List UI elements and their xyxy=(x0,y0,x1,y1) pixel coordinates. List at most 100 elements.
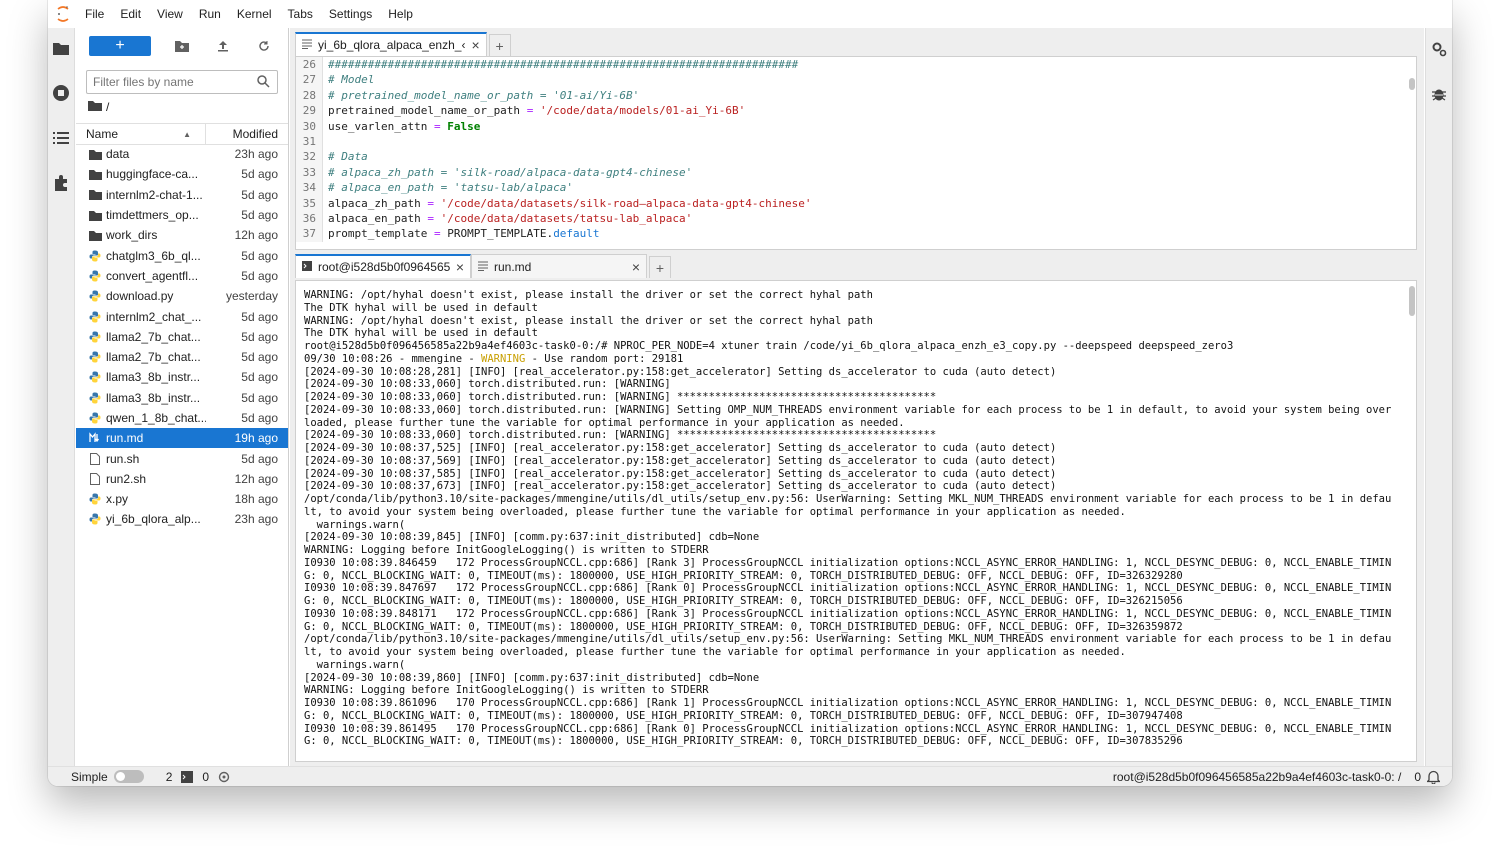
file-name: llama2_7b_chat... xyxy=(106,329,201,344)
menu-view[interactable]: View xyxy=(149,0,191,28)
code-editor[interactable]: 26 ######################################… xyxy=(295,56,1417,250)
refresh-icon[interactable] xyxy=(254,36,274,56)
terminal-output[interactable]: WARNING: /opt/hyhal doesn't exist, pleas… xyxy=(295,280,1417,762)
code-text: # alpaca_zh_path = 'silk-road/alpaca-dat… xyxy=(328,165,693,179)
code-line: 32 # Data xyxy=(296,149,1416,165)
file-row[interactable]: llama2_7b_chat... 5d ago xyxy=(76,327,288,347)
file-row[interactable]: llama3_8b_instr... 5d ago xyxy=(76,367,288,387)
terminal-tab-bar: root@i528d5b0f09645658 × run.md × + xyxy=(295,254,1417,278)
file-row[interactable]: run.sh 5d ago xyxy=(76,448,288,468)
status-bar: Simple 2 0 root@i528d5b0f096456585a22b9a… xyxy=(48,766,1452,786)
file-row[interactable]: internlm2-chat-1... 5d ago xyxy=(76,185,288,205)
new-launcher-button[interactable]: + xyxy=(89,36,151,56)
terminal-line: [2024-09-30 10:08:33,060] torch.distribu… xyxy=(304,429,937,442)
menu-run[interactable]: Run xyxy=(191,0,229,28)
kernel-status-icon[interactable] xyxy=(218,771,230,783)
line-number: 33 xyxy=(296,164,323,181)
file-row[interactable]: x.py 18h ago xyxy=(76,489,288,509)
folder-icon[interactable] xyxy=(52,39,70,57)
file-row[interactable]: chatglm3_6b_ql... 5d ago xyxy=(76,245,288,265)
main-area: yi_6b_qlora_alpaca_enzh_‹ × + 26 ########… xyxy=(290,28,1424,766)
python-file-icon xyxy=(88,411,102,425)
file-name: llama3_8b_instr... xyxy=(106,390,201,405)
menu-tabs[interactable]: Tabs xyxy=(280,0,321,28)
text-file-icon xyxy=(478,260,488,274)
file-row[interactable]: run.md 19h ago xyxy=(76,428,288,449)
file-row[interactable]: yi_6b_qlora_alp... 23h ago xyxy=(76,509,288,529)
file-row[interactable]: work_dirs 12h ago xyxy=(76,225,288,245)
upload-icon[interactable] xyxy=(213,36,233,56)
code-line: 29 pretrained_model_name_or_path = '/code… xyxy=(296,103,1416,119)
python-file-icon xyxy=(88,310,102,324)
menu-kernel[interactable]: Kernel xyxy=(229,0,280,28)
file-name: qwen_1_8b_chat... xyxy=(106,411,206,425)
extensions-puzzle-icon[interactable] xyxy=(52,174,70,192)
file-modified: 5d ago xyxy=(241,167,278,182)
menu-help[interactable]: Help xyxy=(380,0,421,28)
property-inspector-gears-icon[interactable] xyxy=(1430,40,1448,58)
running-kernels-icon[interactable] xyxy=(52,84,70,102)
terminal-line: [2024-09-30 10:08:33,060] torch.distribu… xyxy=(304,391,937,403)
close-icon[interactable]: × xyxy=(471,37,479,53)
notification-bell-icon[interactable] xyxy=(1427,770,1440,784)
line-number: 37 xyxy=(296,226,323,242)
terminal-line: [2024-09-30 10:08:33,060] torch.distribu… xyxy=(304,403,1392,416)
new-tab-button[interactable]: + xyxy=(649,256,671,278)
new-folder-icon[interactable] xyxy=(172,36,192,56)
terminal-line: WARNING: Logging before InitGoogleLoggin… xyxy=(304,544,709,556)
code-text: use_varlen_attn = False xyxy=(328,119,481,133)
line-number: 32 xyxy=(296,149,323,165)
breadcrumb-root[interactable]: / xyxy=(106,100,109,114)
file-row[interactable]: llama3_8b_instr... 5d ago xyxy=(76,388,288,408)
close-icon[interactable]: × xyxy=(456,259,464,275)
folder-icon[interactable] xyxy=(88,100,102,114)
code-text: # pretrained_model_name_or_path = '01-ai… xyxy=(328,88,640,102)
file-row[interactable]: convert_agentfl... 5d ago xyxy=(76,266,288,286)
file-row[interactable]: qwen_1_8b_chat... 5d ago xyxy=(76,408,288,428)
terminal-line: warnings.warn( xyxy=(304,658,406,671)
notifications-count[interactable]: 0 xyxy=(1414,770,1421,784)
file-name: run.md xyxy=(106,431,144,446)
file-row[interactable]: huggingface-ca... 5d ago xyxy=(76,164,288,184)
code-text: # Model xyxy=(328,73,375,87)
table-of-contents-icon[interactable] xyxy=(52,129,70,147)
file-row[interactable]: internlm2_chat_... 5d ago xyxy=(76,306,288,326)
python-file-icon xyxy=(88,512,102,526)
terminal-line: /opt/conda/lib/python3.10/site-packages/… xyxy=(304,493,1392,505)
menu-edit[interactable]: Edit xyxy=(112,0,149,28)
file-name: run.sh xyxy=(106,451,140,466)
tab-terminal[interactable]: root@i528d5b0f09645658 × xyxy=(295,254,471,278)
terminal-line: I0930 10:08:39.848171 172 ProcessGroupNC… xyxy=(304,607,1392,620)
menu-file[interactable]: File xyxy=(77,0,112,28)
name-column-header[interactable]: Name ▲ xyxy=(76,124,206,144)
filter-files-input[interactable] xyxy=(87,71,247,93)
terminals-count[interactable]: 0 xyxy=(202,770,209,784)
kernels-count[interactable]: 2 xyxy=(166,770,173,784)
file-row[interactable]: timdettmers_op... 5d ago xyxy=(76,205,288,225)
terminal-path: root@i528d5b0f096456585a22b9a4ef4603c-ta… xyxy=(1112,769,1402,784)
terminal-line: WARNING: /opt/hyhal doesn't exist, pleas… xyxy=(304,289,873,301)
terminal-scrollbar[interactable] xyxy=(1409,286,1415,316)
tab-run-md[interactable]: run.md × xyxy=(471,254,647,278)
line-number: 34 xyxy=(296,180,323,196)
file-name: run2.sh xyxy=(106,471,147,486)
close-icon[interactable]: × xyxy=(632,259,640,275)
new-tab-button[interactable]: + xyxy=(488,34,511,56)
terminal-line: I0930 10:08:39.861096 170 ProcessGroupNC… xyxy=(304,697,1392,709)
tab-editor-file[interactable]: yi_6b_qlora_alpaca_enzh_‹ × xyxy=(295,32,487,56)
file-row[interactable]: data 23h ago xyxy=(76,144,288,164)
file-row[interactable]: llama2_7b_chat... 5d ago xyxy=(76,347,288,367)
terminal-icon xyxy=(181,770,194,783)
line-number: 27 xyxy=(296,72,323,88)
editor-scrollbar[interactable] xyxy=(1409,78,1415,90)
file-row[interactable]: download.py yesterday xyxy=(76,286,288,306)
file-row[interactable]: run2.sh 12h ago xyxy=(76,469,288,489)
debugger-bug-icon[interactable] xyxy=(1430,85,1448,103)
simple-mode-toggle[interactable] xyxy=(113,770,144,783)
file-modified: 5d ago xyxy=(241,451,278,466)
menu-settings[interactable]: Settings xyxy=(321,0,380,28)
line-number: 29 xyxy=(296,103,323,119)
folder-icon xyxy=(88,188,102,202)
code-line: 31 xyxy=(296,133,1416,150)
modified-column-header[interactable]: Modified xyxy=(206,127,288,141)
